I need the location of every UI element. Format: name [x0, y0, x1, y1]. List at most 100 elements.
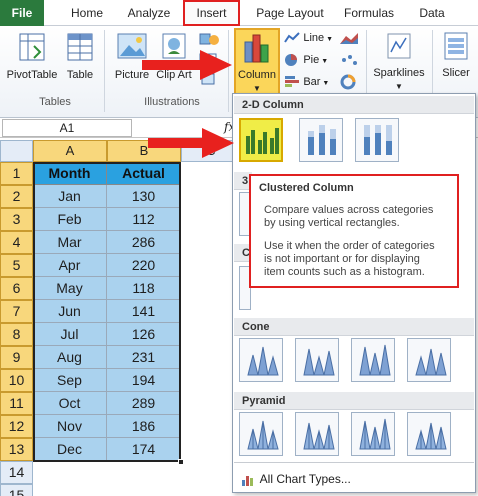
dropdown-arrow-icon: ▼ — [395, 82, 403, 91]
cone-option[interactable] — [407, 338, 451, 382]
tooltip-line: Use it when the order of categories — [264, 240, 435, 252]
bar-chart-button[interactable]: Bar ▼ — [284, 74, 336, 92]
row-header[interactable]: 15 — [0, 484, 33, 496]
month-cell[interactable]: Jul — [33, 323, 107, 346]
pyramid-icon — [415, 422, 447, 450]
row-header[interactable]: 2 — [0, 185, 33, 208]
month-cell[interactable]: Nov — [33, 415, 107, 438]
bar-chart-label: Bar — [303, 76, 321, 88]
row-header[interactable]: 13 — [0, 438, 33, 461]
row-header[interactable]: 7 — [0, 300, 33, 323]
row-header[interactable]: 8 — [0, 323, 33, 346]
slicer-button[interactable]: Slicer — [436, 30, 476, 94]
100-stacked-column-icon — [364, 125, 392, 155]
tooltip-line: is not important or for displaying — [264, 253, 420, 265]
all-chart-types-link[interactable]: All Chart Types... — [241, 470, 441, 488]
actual-cell[interactable]: 130 — [107, 185, 181, 208]
actual-cell[interactable]: 174 — [107, 438, 181, 461]
row-header[interactable]: 4 — [0, 231, 33, 254]
tooltip-line: item counts such as a histogram. — [264, 266, 425, 278]
actual-cell[interactable]: 220 — [107, 254, 181, 277]
actual-cell[interactable]: 289 — [107, 392, 181, 415]
red-arrow-to-column — [142, 50, 232, 80]
tooltip-body: Compare values across categories by usin… — [259, 204, 449, 279]
column-chart-gallery: 2-D Column 3 C Cone Pyramid All Chart Ty… — [232, 93, 476, 493]
row-header[interactable]: 3 — [0, 208, 33, 231]
row-header[interactable]: 11 — [0, 392, 33, 415]
pie-chart-button[interactable]: Pie ▼ — [284, 52, 336, 70]
tab-home[interactable]: Home — [62, 0, 112, 26]
cone-option[interactable] — [239, 338, 283, 382]
name-box[interactable]: A1 — [2, 119, 132, 137]
row-header[interactable]: 9 — [0, 346, 33, 369]
other-charts-mini-buttons[interactable] — [338, 30, 364, 94]
pyramid-option[interactable] — [239, 412, 283, 456]
area-scatter-other-icon — [340, 33, 358, 90]
actual-cell[interactable]: 194 — [107, 369, 181, 392]
table-icon — [67, 33, 93, 61]
stacked-column-option[interactable] — [299, 118, 343, 162]
fill-handle[interactable] — [178, 459, 184, 465]
actual-cell[interactable]: 286 — [107, 231, 181, 254]
tab-formulas[interactable]: Formulas — [336, 0, 402, 26]
pivottable-button[interactable]: PivotTable — [4, 30, 60, 94]
month-cell[interactable]: Aug — [33, 346, 107, 369]
section-pyramid: Pyramid — [234, 392, 474, 410]
row-header[interactable]: 12 — [0, 415, 33, 438]
illustrations-group-label: Illustrations — [144, 96, 200, 108]
row-header[interactable]: 6 — [0, 277, 33, 300]
month-cell[interactable]: Dec — [33, 438, 107, 461]
month-cell[interactable]: Feb — [33, 208, 107, 231]
line-chart-button[interactable]: Line ▼ — [284, 30, 336, 48]
table-label: Table — [66, 69, 94, 81]
tab-insert[interactable]: Insert — [183, 0, 240, 26]
ribbon-separator — [104, 30, 105, 112]
sparklines-button[interactable]: Sparklines ▼ — [370, 30, 428, 94]
actual-cell[interactable]: 118 — [107, 277, 181, 300]
row-header[interactable]: 5 — [0, 254, 33, 277]
pyramid-option[interactable] — [295, 412, 339, 456]
month-cell[interactable]: Mar — [33, 231, 107, 254]
row-header[interactable]: 10 — [0, 369, 33, 392]
all-chart-types-icon — [242, 475, 253, 486]
header-cell-month[interactable]: Month — [33, 162, 107, 185]
actual-cell[interactable]: 112 — [107, 208, 181, 231]
actual-cell[interactable]: 186 — [107, 415, 181, 438]
column-chart-button[interactable]: Column ▼ — [234, 28, 280, 100]
100-stacked-column-option[interactable] — [355, 118, 399, 162]
column-header-a[interactable]: A — [33, 140, 107, 162]
tab-page-layout[interactable]: Page Layout — [248, 0, 332, 26]
column-chart-label: Column — [238, 69, 276, 81]
gallery-divider — [234, 462, 474, 463]
pyramid-option[interactable] — [351, 412, 395, 456]
clustered-column-option[interactable] — [239, 118, 283, 162]
month-cell[interactable]: Apr — [33, 254, 107, 277]
cone-option[interactable] — [351, 338, 395, 382]
section-cone: Cone — [234, 318, 474, 336]
tab-data[interactable]: Data — [410, 0, 454, 26]
clustered-column-icon — [246, 128, 279, 154]
row-header[interactable]: 14 — [0, 461, 33, 484]
pivottable-label: PivotTable — [6, 69, 58, 81]
actual-cell[interactable]: 126 — [107, 323, 181, 346]
tab-file[interactable]: File — [0, 0, 44, 26]
header-cell-actual[interactable]: Actual — [107, 162, 181, 185]
cone-option[interactable] — [295, 338, 339, 382]
table-button[interactable]: Table — [62, 30, 98, 94]
pyramid-option[interactable] — [407, 412, 451, 456]
month-cell[interactable]: Jun — [33, 300, 107, 323]
month-cell[interactable]: May — [33, 277, 107, 300]
pyramid-icon — [359, 418, 391, 450]
pie-chart-icon — [285, 53, 297, 66]
month-cell[interactable]: Sep — [33, 369, 107, 392]
tab-analyze[interactable]: Analyze — [120, 0, 178, 26]
month-cell[interactable]: Jan — [33, 185, 107, 208]
cone-icon — [415, 348, 447, 376]
actual-cell[interactable]: 231 — [107, 346, 181, 369]
slicer-label: Slicer — [442, 67, 470, 79]
month-cell[interactable]: Oct — [33, 392, 107, 415]
select-all-corner[interactable] — [0, 140, 33, 162]
actual-cell[interactable]: 141 — [107, 300, 181, 323]
clustered-column-tooltip: Clustered Column Compare values across c… — [249, 174, 459, 288]
row-header[interactable]: 1 — [0, 162, 33, 185]
